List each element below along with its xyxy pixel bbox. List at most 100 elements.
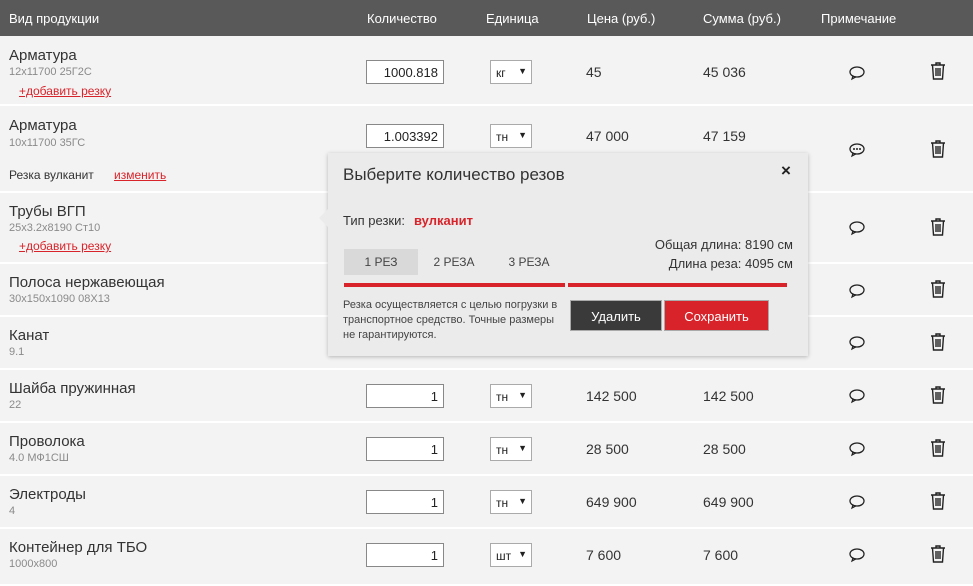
col-sum-header: Сумма (руб.) <box>703 11 781 26</box>
cut-type-label: Тип резки: <box>343 213 405 228</box>
product-spec: 1000x800 <box>9 558 58 570</box>
product-name: Канат <box>9 327 50 344</box>
product-name: Арматура <box>9 47 77 64</box>
note-icon[interactable] <box>849 283 865 299</box>
tab-indicator-bar <box>568 283 787 287</box>
save-button[interactable]: Сохранить <box>664 300 769 331</box>
product-spec: 9.1 <box>9 346 25 358</box>
note-icon[interactable] <box>849 388 865 404</box>
tab-indicator-bar <box>344 283 565 287</box>
product-spec: 4 <box>9 505 16 517</box>
add-cut-link[interactable]: +добавить резку <box>19 84 111 98</box>
product-spec: 4.0 МФ1СШ <box>9 452 69 464</box>
tab-1-cut[interactable]: 1 РЕЗ <box>344 249 418 275</box>
note-icon[interactable] <box>849 220 865 236</box>
cut-info-text: Резка осуществляется с целью погрузки в … <box>343 299 558 341</box>
note-icon[interactable] <box>849 441 865 457</box>
unit-value: кг <box>496 66 506 80</box>
table-row: Электроды 4 тн ▼ 649 900 649 900 <box>0 476 973 529</box>
change-cut-link[interactable]: изменить <box>114 168 166 182</box>
product-name: Трубы ВГП <box>9 203 86 220</box>
dropdown-arrow-icon: ▼ <box>518 390 527 400</box>
price-value: 142 500 <box>586 388 637 404</box>
cut-info: Резка вулканит <box>9 168 94 182</box>
trash-icon[interactable] <box>930 280 946 298</box>
add-cut-link[interactable]: +добавить резку <box>19 239 111 253</box>
product-name: Контейнер для ТБО <box>9 539 148 556</box>
product-spec: 25x3.2x8190 Ст10 <box>9 222 101 234</box>
tab-3-cuts[interactable]: 3 РЕЗА <box>492 249 566 275</box>
dropdown-arrow-icon: ▼ <box>518 496 527 506</box>
trash-icon[interactable] <box>930 218 946 236</box>
tab-2-cuts[interactable]: 2 РЕЗА <box>417 249 491 275</box>
col-unit-header: Единица <box>486 11 539 26</box>
sum-value: 28 500 <box>703 441 746 457</box>
unit-value: тн <box>496 496 509 510</box>
col-note-header: Примечание <box>821 11 897 26</box>
product-name: Проволока <box>9 433 85 450</box>
product-spec: 22 <box>9 399 22 411</box>
unit-value: тн <box>496 130 509 144</box>
product-name: Электроды <box>9 486 86 503</box>
note-icon[interactable] <box>849 547 865 563</box>
product-name: Полоса нержавеющая <box>9 274 165 291</box>
close-icon[interactable]: × <box>781 161 791 181</box>
col-product-header: Вид продукции <box>9 11 100 26</box>
sum-value: 649 900 <box>703 494 754 510</box>
price-value: 7 600 <box>586 547 622 563</box>
quantity-input[interactable] <box>366 543 444 567</box>
trash-icon[interactable] <box>930 140 946 158</box>
unit-value: тн <box>496 390 509 404</box>
trash-icon[interactable] <box>930 386 946 404</box>
price-value: 45 <box>586 64 602 80</box>
table-row: Шайба пружинная 22 тн ▼ 142 500 142 500 <box>0 370 973 423</box>
cut-type-value: вулканит <box>414 213 473 228</box>
dropdown-arrow-icon: ▼ <box>518 130 527 140</box>
cut-count-popup: Выберите количество резов × Тип резки: в… <box>319 153 808 356</box>
table-row: Проволока 4.0 МФ1СШ тн ▼ 28 500 28 500 <box>0 423 973 476</box>
unit-select[interactable]: шт ▼ <box>490 543 532 567</box>
note-icon[interactable] <box>849 494 865 510</box>
quantity-input[interactable] <box>366 124 444 148</box>
price-value: 47 000 <box>586 128 629 144</box>
note-icon[interactable] <box>849 65 865 81</box>
dropdown-arrow-icon: ▼ <box>518 66 527 76</box>
table-row: Арматура 12x11700 25Г2С +добавить резку … <box>0 36 973 106</box>
note-filled-icon[interactable] <box>849 142 865 158</box>
note-icon[interactable] <box>849 335 865 351</box>
popup-title: Выберите количество резов <box>343 165 565 184</box>
sum-value: 7 600 <box>703 547 739 563</box>
unit-select[interactable]: тн ▼ <box>490 437 532 461</box>
trash-icon[interactable] <box>930 333 946 351</box>
price-value: 28 500 <box>586 441 629 457</box>
col-quantity-header: Количество <box>367 11 437 26</box>
quantity-input[interactable] <box>366 384 444 408</box>
table-header: Вид продукции Количество Единица Цена (р… <box>0 0 973 36</box>
unit-select[interactable]: тн ▼ <box>490 384 532 408</box>
sum-value: 142 500 <box>703 388 754 404</box>
trash-icon[interactable] <box>930 492 946 510</box>
unit-value: тн <box>496 443 509 457</box>
unit-select[interactable]: кг ▼ <box>490 60 532 84</box>
trash-icon[interactable] <box>930 62 946 80</box>
col-price-header: Цена (руб.) <box>587 11 656 26</box>
trash-icon[interactable] <box>930 545 946 563</box>
unit-select[interactable]: тн ▼ <box>490 490 532 514</box>
total-length: Общая длина: 8190 см <box>654 237 793 252</box>
sum-value: 45 036 <box>703 64 746 80</box>
price-value: 649 900 <box>586 494 637 510</box>
quantity-input[interactable] <box>366 437 444 461</box>
sum-value: 47 159 <box>703 128 746 144</box>
table-row: Контейнер для ТБО 1000x800 шт ▼ 7 600 7 6… <box>0 529 973 586</box>
product-name: Арматура <box>9 117 77 134</box>
quantity-input[interactable] <box>366 60 444 84</box>
product-spec: 10x11700 35ГС <box>9 137 86 149</box>
delete-button[interactable]: Удалить <box>570 300 662 331</box>
unit-value: шт <box>496 549 512 563</box>
dropdown-arrow-icon: ▼ <box>518 549 527 559</box>
quantity-input[interactable] <box>366 490 444 514</box>
trash-icon[interactable] <box>930 439 946 457</box>
product-name: Шайба пружинная <box>9 380 136 397</box>
unit-select[interactable]: тн ▼ <box>490 124 532 148</box>
product-spec: 12x11700 25Г2С <box>9 66 92 78</box>
